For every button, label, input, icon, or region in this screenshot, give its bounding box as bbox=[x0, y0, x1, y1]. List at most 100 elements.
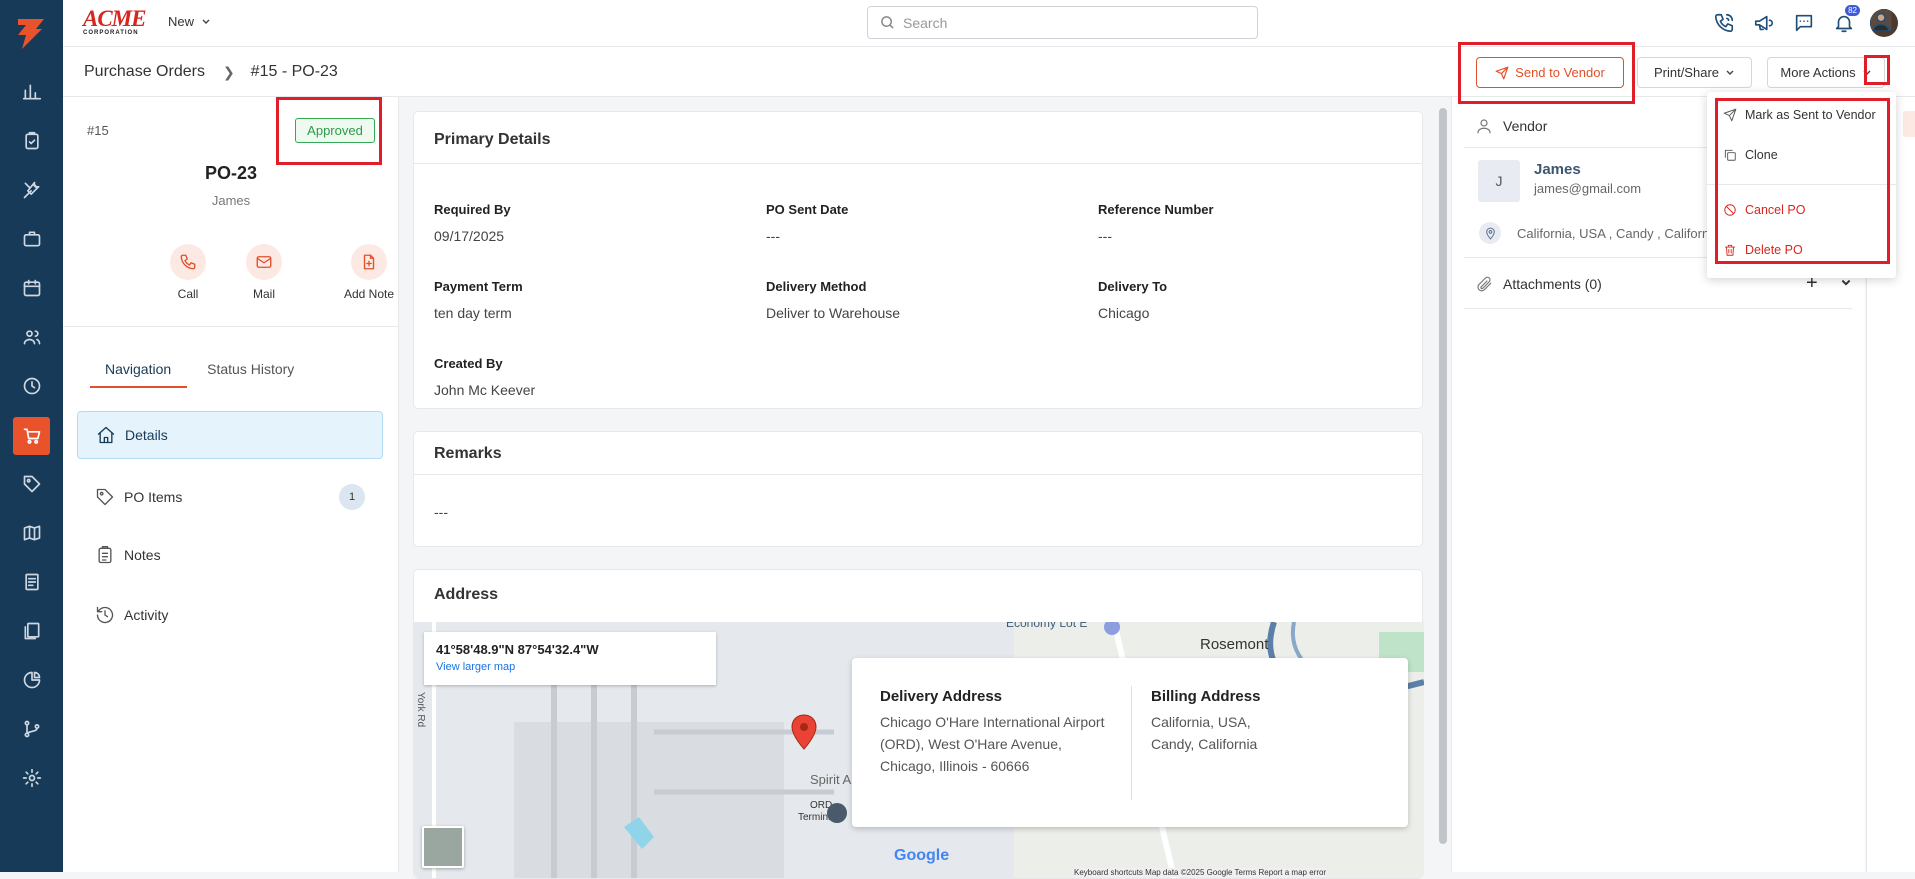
notification-count: 82 bbox=[1845, 5, 1860, 16]
main-scrollbar[interactable] bbox=[1439, 108, 1447, 844]
main-content: Primary Details Required By 09/17/2025 PO… bbox=[399, 97, 1438, 879]
print-share-button[interactable]: Print/Share bbox=[1637, 57, 1752, 88]
remarks-value: --- bbox=[434, 504, 448, 520]
breadcrumb-parent[interactable]: Purchase Orders bbox=[84, 63, 205, 81]
nav-item-label: Activity bbox=[124, 607, 169, 623]
rail-reports[interactable] bbox=[0, 660, 63, 700]
rail-tasks[interactable] bbox=[0, 121, 63, 161]
messages-button[interactable] bbox=[1784, 9, 1824, 37]
announcements-button[interactable] bbox=[1744, 9, 1784, 37]
map-label: Economy Lot E bbox=[1006, 622, 1088, 630]
cart-icon bbox=[23, 428, 40, 444]
vendor-avatar: J bbox=[1478, 160, 1520, 202]
divider bbox=[1464, 308, 1852, 309]
rail-map[interactable] bbox=[0, 513, 63, 553]
nav-item-po-items[interactable]: PO Items 1 bbox=[77, 473, 383, 521]
attachments-section[interactable]: Attachments (0) bbox=[1475, 275, 1602, 293]
receipt-icon bbox=[24, 573, 39, 591]
section-title: Address bbox=[434, 586, 499, 603]
rail-time[interactable] bbox=[0, 366, 63, 406]
location-pin-icon bbox=[1485, 227, 1495, 240]
chevron-down-icon bbox=[202, 19, 210, 24]
menu-divider bbox=[1707, 184, 1896, 185]
clipboard-icon bbox=[98, 546, 112, 564]
map-pin-icon[interactable] bbox=[790, 714, 818, 750]
nav-item-details[interactable]: Details bbox=[77, 411, 383, 459]
ban-icon bbox=[1724, 204, 1736, 216]
print-share-label: Print/Share bbox=[1653, 65, 1720, 80]
menu-item-mark-sent[interactable]: Mark as Sent to Vendor bbox=[1723, 108, 1876, 122]
address-details-card: Delivery Address Chicago O'Hare Internat… bbox=[852, 658, 1408, 827]
rail-documents[interactable] bbox=[0, 611, 63, 651]
clock-icon bbox=[23, 377, 40, 395]
rail-invoices[interactable] bbox=[0, 562, 63, 602]
google-logo: Google bbox=[894, 847, 950, 864]
rail-workflows[interactable] bbox=[0, 709, 63, 749]
brand-name: ACME bbox=[83, 6, 146, 31]
send-to-vendor-button[interactable]: Send to Vendor bbox=[1476, 57, 1624, 88]
new-menu-button[interactable]: New bbox=[168, 14, 211, 29]
map-label: York Rd bbox=[415, 692, 426, 728]
mail-action[interactable]: Mail bbox=[224, 244, 304, 301]
chevron-down-icon[interactable] bbox=[1862, 68, 1872, 78]
menu-item-clone[interactable]: Clone bbox=[1723, 148, 1778, 162]
side-toggle[interactable] bbox=[1903, 111, 1915, 137]
billing-address-body: California, USA, Candy, California bbox=[1151, 714, 1258, 752]
more-actions-button[interactable]: More Actions bbox=[1767, 57, 1885, 88]
rail-jobs[interactable] bbox=[0, 219, 63, 259]
rail-purchase-orders[interactable] bbox=[13, 417, 50, 455]
rail-tools[interactable] bbox=[0, 170, 63, 210]
breadcrumb-current: #15 - PO-23 bbox=[250, 63, 338, 80]
app-logo-icon[interactable] bbox=[12, 15, 48, 51]
nav-item-notes[interactable]: Notes bbox=[77, 531, 383, 579]
menu-item-delete-po[interactable]: Delete PO bbox=[1723, 243, 1803, 257]
airport-icon bbox=[827, 803, 847, 823]
vendor-name[interactable]: James bbox=[1534, 161, 1581, 178]
top-icons: 82 bbox=[1704, 5, 1898, 37]
delivery-address-body: Chicago O'Hare International Airport (OR… bbox=[880, 714, 1105, 774]
po-vendor-name: James bbox=[211, 193, 251, 208]
section-title: Primary Details bbox=[414, 112, 1422, 164]
call-label: Call bbox=[177, 287, 199, 301]
vendor-email[interactable]: james@gmail.com bbox=[1534, 181, 1641, 196]
tab-navigation[interactable]: Navigation bbox=[89, 361, 188, 388]
paperclip-icon bbox=[1477, 276, 1492, 292]
map-layer-toggle[interactable] bbox=[422, 826, 464, 868]
view-larger-map-link[interactable]: View larger map bbox=[436, 661, 704, 673]
send-icon bbox=[1495, 66, 1509, 79]
breadcrumb: Purchase Orders ❯ #15 - PO-23 bbox=[84, 63, 338, 81]
send-icon bbox=[1723, 108, 1737, 122]
user-avatar[interactable] bbox=[1870, 9, 1898, 37]
rail-calendar[interactable] bbox=[0, 268, 63, 308]
clipboard-icon bbox=[24, 131, 39, 150]
search-input[interactable] bbox=[903, 14, 1233, 31]
nav-item-label: Notes bbox=[124, 547, 161, 563]
rail-pricebook[interactable] bbox=[0, 464, 63, 504]
nav-item-activity[interactable]: Activity bbox=[77, 591, 383, 639]
user-icon bbox=[1477, 119, 1491, 134]
billing-address-heading: Billing Address bbox=[1151, 688, 1261, 705]
field-reference-number: Reference Number --- bbox=[1098, 202, 1214, 244]
menu-item-cancel-po[interactable]: Cancel PO bbox=[1723, 203, 1805, 217]
chevron-down-icon[interactable] bbox=[1840, 277, 1852, 289]
add-note-action[interactable]: Add Note bbox=[329, 244, 409, 301]
history-icon bbox=[96, 606, 114, 624]
notifications-button[interactable]: 82 bbox=[1824, 5, 1864, 37]
address-map[interactable]: Economy Lot E Rosemont York Rd Spirit A … bbox=[414, 622, 1424, 878]
tab-status-history[interactable]: Status History bbox=[207, 361, 294, 388]
phone-button[interactable] bbox=[1704, 9, 1744, 37]
add-note-label: Add Note bbox=[343, 287, 395, 301]
copy-icon bbox=[1724, 149, 1736, 161]
call-action[interactable]: Call bbox=[148, 244, 228, 301]
chevron-down-icon bbox=[1726, 70, 1734, 75]
calendar-icon bbox=[23, 279, 40, 297]
rail-settings[interactable] bbox=[0, 758, 63, 798]
map-footer: Keyboard shortcuts Map data ©2025 Google… bbox=[1074, 868, 1327, 877]
vendor-location: California, USA , Candy , California bbox=[1479, 222, 1719, 244]
address-card: Address Economy Lot E Rosemont York Rd S… bbox=[413, 569, 1424, 879]
send-to-vendor-label: Send to Vendor bbox=[1515, 65, 1605, 80]
brand-logo[interactable]: ACME CORPORATION bbox=[83, 6, 147, 36]
rail-dashboard[interactable] bbox=[0, 72, 63, 112]
search-box[interactable] bbox=[867, 6, 1258, 39]
rail-customers[interactable] bbox=[0, 317, 63, 357]
